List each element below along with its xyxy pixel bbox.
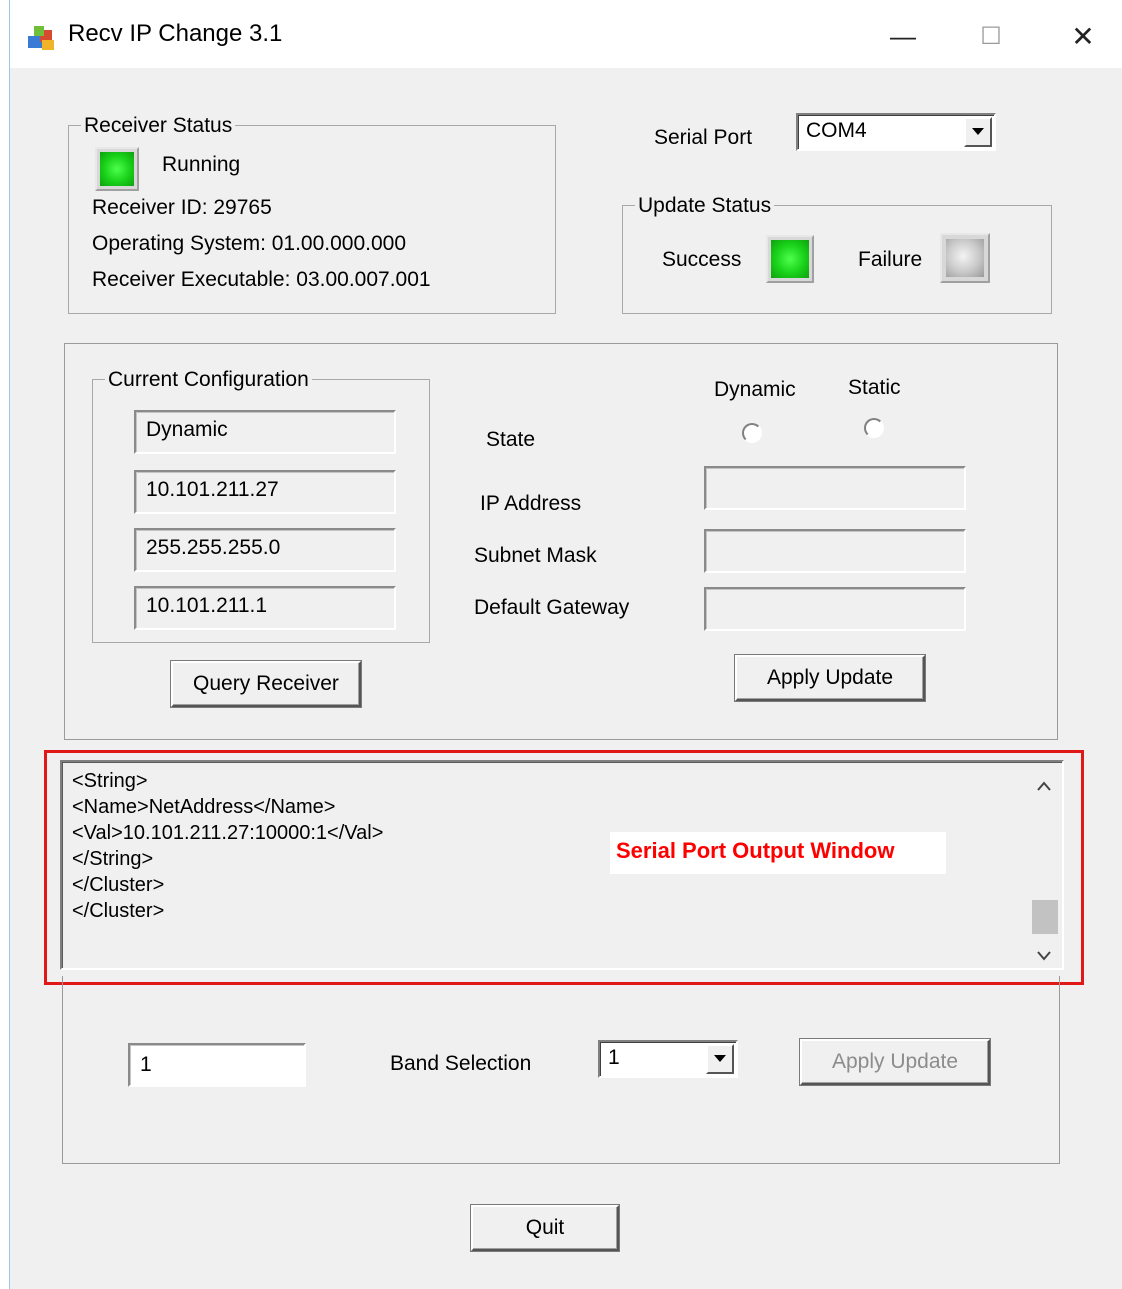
current-ip-field: 10.101.211.27 [134,470,396,514]
window-left-border [0,0,10,1289]
output-window-highlight [44,750,1084,985]
maximize-button[interactable]: ☐ [966,14,1016,58]
minimize-button[interactable]: — [878,14,928,58]
close-button[interactable]: ✕ [1058,14,1108,58]
receiver-executable: Receiver Executable: 03.00.007.001 [92,268,431,291]
serial-port-label: Serial Port [654,126,753,149]
success-led-icon [766,235,814,283]
minimize-icon: — [890,20,916,51]
app-icon [26,22,58,52]
chevron-down-icon[interactable] [964,117,992,147]
current-configuration-legend: Current Configuration [105,368,312,392]
subnet-mask-label: Subnet Mask [474,544,597,567]
update-status-legend: Update Status [635,194,775,218]
failure-led-icon [940,233,990,283]
current-gateway-field: 10.101.211.1 [134,586,396,630]
running-label: Running [162,153,241,176]
window-title: Recv IP Change 3.1 [68,20,283,47]
dynamic-radio-label: Dynamic [714,378,796,401]
maximize-icon: ☐ [980,22,1002,50]
current-subnet-field: 255.255.255.0 [134,528,396,572]
band-apply-update-button[interactable]: Apply Update [800,1039,990,1085]
default-gateway-label: Default Gateway [474,596,630,619]
receiver-id: Receiver ID: 29765 [92,196,272,219]
close-icon: ✕ [1071,20,1095,52]
ip-address-label: IP Address [480,492,582,515]
band-select[interactable]: 1 [598,1040,738,1078]
default-gateway-input[interactable] [704,587,966,631]
quit-button[interactable]: Quit [471,1205,619,1251]
band-selection-label: Band Selection [390,1052,532,1075]
serial-port-value: COM4 [806,119,867,142]
apply-update-button[interactable]: Apply Update [735,655,925,701]
band-select-value: 1 [608,1046,620,1069]
dynamic-radio[interactable] [742,423,762,443]
state-label: State [486,428,536,451]
success-label: Success [662,248,742,271]
serial-port-select[interactable]: COM4 [796,113,996,151]
static-radio-label: Static [848,376,901,399]
query-receiver-button[interactable]: Query Receiver [171,661,361,707]
running-led-icon [95,147,139,191]
receiver-status-legend: Receiver Status [81,114,236,138]
operating-system: Operating System: 01.00.000.000 [92,232,407,255]
current-state-field: Dynamic [134,410,396,454]
failure-label: Failure [858,248,923,271]
static-radio[interactable] [864,418,884,438]
band-number-input[interactable]: 1 [128,1043,306,1087]
chevron-down-icon[interactable] [706,1044,734,1074]
ip-address-input[interactable] [704,466,966,510]
subnet-mask-input[interactable] [704,529,966,573]
title-bar: Recv IP Change 3.1 — ☐ ✕ [0,0,1122,68]
